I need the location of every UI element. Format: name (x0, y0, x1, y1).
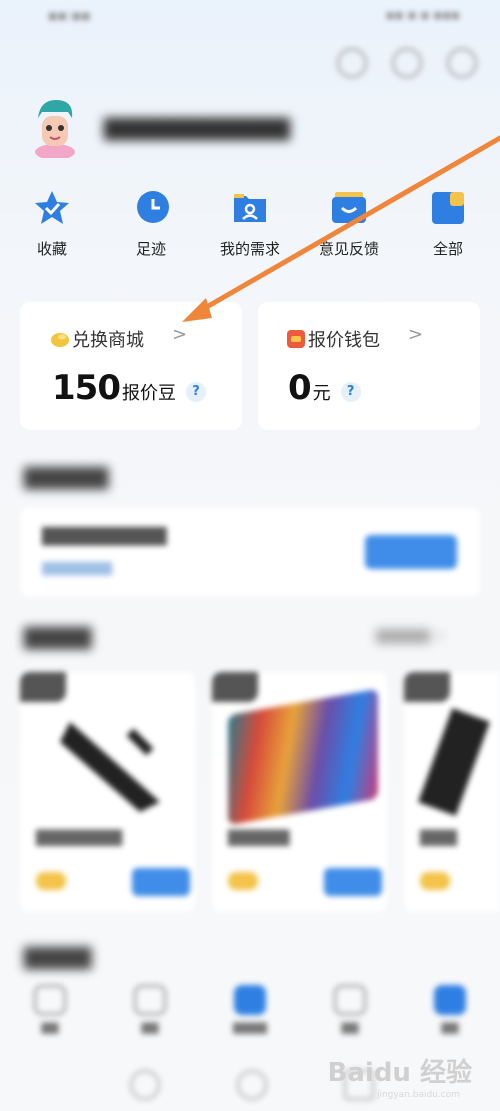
goods-card-blurred[interactable]: ▇▇▇▇▇ (212, 672, 387, 912)
system-menu-button[interactable] (130, 1070, 160, 1100)
product-image-blurred (228, 688, 378, 826)
exchange-button-blurred[interactable] (324, 868, 382, 896)
product-image-blurred (418, 708, 490, 816)
nav-label-blurred: ▇▇ (41, 1021, 59, 1034)
promo-banner-blurred[interactable]: ▇▇▇▇▇▇▇▇▇ ▇▇▇▇▇▇▇ (20, 507, 480, 597)
nav-label-blurred: ▇▇ (441, 1021, 459, 1034)
home-icon (34, 985, 66, 1015)
nav-item-blurred[interactable]: ▇▇ (100, 985, 200, 1034)
profile-icon (434, 985, 466, 1015)
tag-badge (212, 672, 258, 702)
chat-icon (234, 985, 266, 1015)
annotation-arrow (182, 135, 500, 322)
bean-icon (36, 872, 66, 890)
section-title-blurred: ▇▇▇▇ (24, 945, 92, 970)
banner-text-blurred: ▇▇▇▇▇▇▇▇▇ (42, 525, 167, 546)
more-link-blurred[interactable]: ▇▇▇▇▇ > (376, 628, 446, 644)
bean-icon (420, 872, 450, 890)
baidu-watermark: Baidu 经验 (327, 1058, 472, 1088)
product-name-blurred: ▇▇▇▇▇ (228, 827, 290, 846)
product-image-blurred (60, 722, 160, 812)
section-title-blurred: ▇▇▇▇ (24, 625, 92, 650)
banner-button-blurred[interactable] (365, 535, 457, 569)
exchange-button-blurred[interactable] (132, 868, 190, 896)
product-name-blurred: ▇▇▇▇▇▇▇ (36, 827, 123, 846)
nav-item-blurred[interactable]: ▇▇ (300, 985, 400, 1034)
goods-card-blurred[interactable]: ▇▇▇▇▇▇▇ (20, 672, 195, 912)
goods-card-blurred[interactable]: ▇▇▇ (404, 672, 500, 912)
baidu-watermark-url: jingyan.baidu.com (376, 1090, 460, 1100)
nav-item-blurred[interactable]: ▇▇ (0, 985, 100, 1034)
message-icon (334, 985, 366, 1015)
category-icon (134, 985, 166, 1015)
nav-item-blurred[interactable]: ▇▇ (400, 985, 500, 1034)
banner-subtext-blurred: ▇▇▇▇▇▇▇ (42, 561, 112, 576)
nav-label-blurred: ▇▇▇▇ (233, 1021, 267, 1034)
tag-badge (404, 672, 450, 702)
nav-item-blurred[interactable]: ▇▇▇▇ (200, 985, 300, 1034)
nav-label-blurred: ▇▇ (141, 1021, 159, 1034)
system-home-button[interactable] (237, 1070, 267, 1100)
bean-icon (228, 872, 258, 890)
nav-label-blurred: ▇▇ (341, 1021, 359, 1034)
section-title-blurred: ▇▇▇▇▇ (24, 465, 109, 490)
product-name-blurred: ▇▇▇ (420, 827, 457, 846)
